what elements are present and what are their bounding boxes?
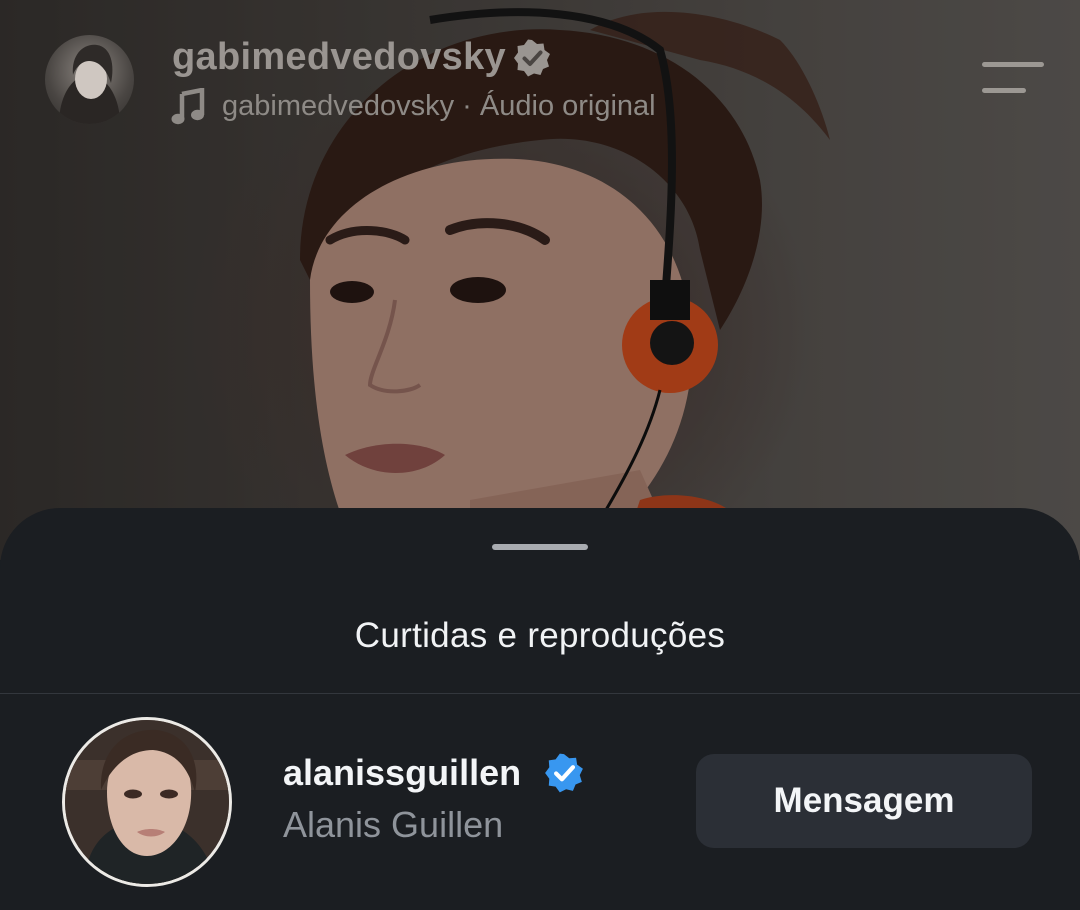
- music-note-icon: [171, 88, 205, 125]
- sheet-title: Curtidas e reproduções: [354, 616, 726, 655]
- verified-badge-icon: [514, 39, 550, 77]
- reel-screen: gabimedvedovsky gabimedvedovsky · Áudio …: [0, 0, 1080, 910]
- owner-avatar-image: [59, 44, 120, 124]
- sheet-drag-handle[interactable]: [492, 544, 588, 550]
- verified-badge-icon: [545, 753, 583, 793]
- user-full-name: Alanis Guillen: [283, 804, 504, 845]
- user-username[interactable]: alanissguillen: [283, 752, 521, 794]
- message-button[interactable]: Mensagem: [696, 754, 1032, 848]
- reel-header: gabimedvedovsky gabimedvedovsky · Áudio …: [0, 0, 1080, 140]
- audio-attribution[interactable]: gabimedvedovsky · Áudio original: [222, 90, 656, 123]
- user-avatar-image: [65, 720, 229, 884]
- menu-icon[interactable]: [982, 62, 1044, 96]
- owner-avatar[interactable]: [45, 35, 134, 124]
- user-avatar[interactable]: [62, 717, 232, 887]
- list-item[interactable]: alanissguillen Alanis Guillen Mensagem: [0, 694, 1080, 910]
- likes-plays-sheet: Curtidas e reproduções alanissguillen Al…: [0, 508, 1080, 910]
- owner-username[interactable]: gabimedvedovsky: [172, 36, 506, 79]
